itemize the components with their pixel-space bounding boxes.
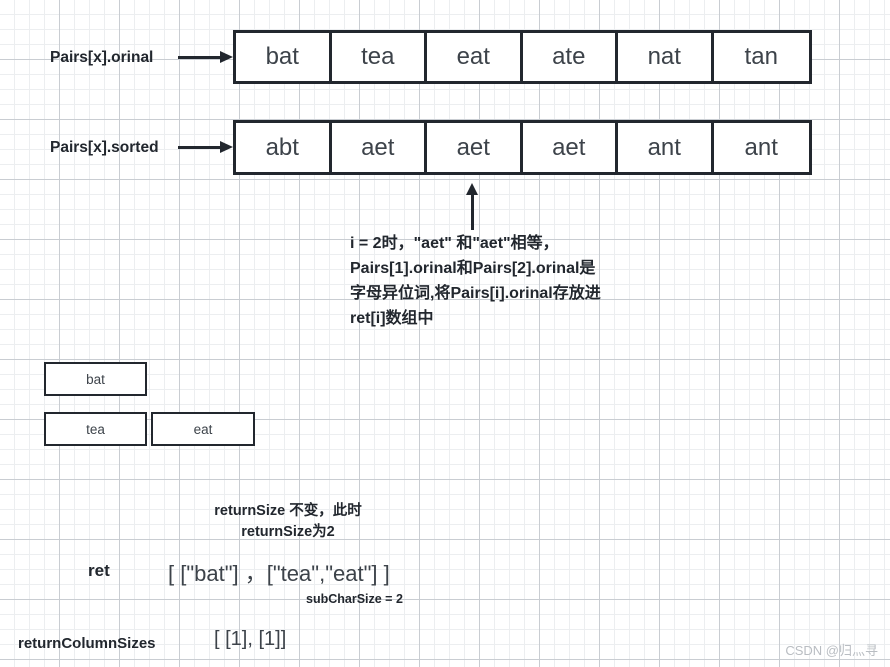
array-cell: ant [713, 123, 809, 172]
label-pairs-sorted: Pairs[x].sorted [50, 139, 159, 156]
array-cell: bat [236, 33, 332, 81]
arrow-shaft [178, 56, 222, 59]
annotation-text: i = 2时，"aet" 和"aet"相等，Pairs[1].orinal和Pa… [350, 235, 601, 327]
return-size-note: returnSize 不变，此时returnSize为2 [214, 503, 362, 540]
array-row-orinal: bat tea eat ate nat tan [233, 30, 812, 84]
sub-char-size-note: subCharSize = 2 [306, 592, 403, 606]
array-cell: abt [236, 123, 332, 172]
array-cell: tan [713, 33, 809, 81]
label-pairs-orinal: Pairs[x].orinal [50, 49, 154, 66]
csdn-watermark: CSDN @归灬寻 [785, 643, 878, 658]
array-cell: ate [522, 33, 618, 81]
array-cell: ant [618, 123, 714, 172]
array-cell: tea [331, 33, 427, 81]
array-cell: aet [331, 123, 427, 172]
diagram-canvas: Pairs[x].orinal bat tea eat ate nat tan … [0, 0, 890, 667]
group-box-eat: eat [151, 412, 255, 446]
arrow-up-callout-icon [466, 183, 479, 230]
array-cell: nat [618, 33, 714, 81]
arrow-head [220, 51, 233, 63]
ret-value: [ ["bat"] ，["tea","eat"] ] [168, 561, 390, 586]
arrow-shaft [178, 146, 222, 149]
arrow-right-orinal-icon [178, 51, 233, 63]
arrow-right-sorted-icon [178, 141, 233, 153]
arrow-head [220, 141, 233, 153]
array-cell: aet [522, 123, 618, 172]
ret-label: ret [88, 561, 110, 580]
group-box-tea: tea [44, 412, 147, 446]
return-column-sizes-value: [ [1], [1]] [214, 628, 287, 650]
group-box-bat: bat [44, 362, 147, 396]
arrow-shaft [471, 192, 474, 230]
array-row-sorted: abt aet aet aet ant ant [233, 120, 812, 175]
array-cell: eat [427, 33, 523, 81]
return-column-sizes-label: returnColumnSizes [18, 635, 156, 652]
array-cell: aet [427, 123, 523, 172]
